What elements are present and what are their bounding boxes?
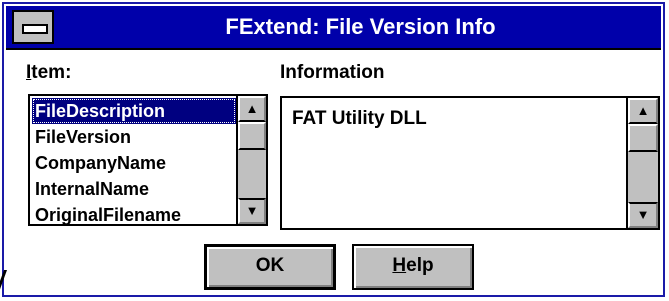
- help-button-rest: elp: [406, 255, 434, 276]
- list-item-original-filename[interactable]: OriginalFilename: [32, 202, 236, 228]
- item-list-scroll-thumb[interactable]: [238, 122, 266, 150]
- item-list-scrollbar[interactable]: ▲ ▼: [236, 96, 266, 224]
- scroll-down-icon[interactable]: ▼: [628, 202, 658, 228]
- information-value: FAT Utility DLL: [292, 108, 427, 129]
- help-button-mnemonic: H: [392, 255, 407, 276]
- information-scroll-thumb[interactable]: [628, 124, 658, 152]
- information-scrollbar[interactable]: ▲ ▼: [626, 98, 658, 228]
- information-box[interactable]: FAT Utility DLL ▲ ▼: [280, 96, 660, 230]
- scroll-up-icon[interactable]: ▲: [628, 98, 658, 124]
- list-item-file-version[interactable]: FileVersion: [32, 124, 236, 150]
- scroll-down-icon[interactable]: ▼: [238, 198, 266, 224]
- window-title: FExtend: File Version Info: [225, 14, 496, 39]
- information-label: Information: [280, 62, 385, 83]
- file-version-info-dialog: FExtend: File Version Info Item: Informa…: [2, 2, 665, 297]
- ok-button[interactable]: OK: [204, 244, 336, 290]
- item-label-rest: tem:: [31, 62, 72, 83]
- list-item-file-description[interactable]: FileDescription: [32, 98, 236, 124]
- item-listbox[interactable]: FileDescription FileVersion CompanyName …: [28, 94, 268, 226]
- list-item-internal-name[interactable]: InternalName: [32, 176, 236, 202]
- list-item-company-name[interactable]: CompanyName: [32, 150, 236, 176]
- system-menu-button[interactable]: [12, 10, 54, 44]
- system-menu-icon: [22, 24, 48, 34]
- scroll-up-icon[interactable]: ▲: [238, 96, 266, 122]
- item-list: FileDescription FileVersion CompanyName …: [32, 98, 236, 228]
- help-button[interactable]: Help: [352, 244, 474, 290]
- title-bar[interactable]: FExtend: File Version Info: [6, 6, 661, 50]
- item-label: Item:: [26, 62, 71, 84]
